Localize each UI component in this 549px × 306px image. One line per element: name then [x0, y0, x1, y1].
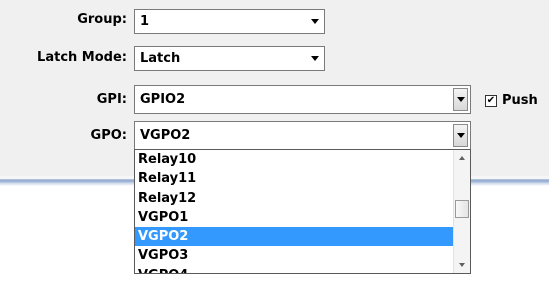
- chevron-down-icon[interactable]: [306, 10, 324, 33]
- list-item[interactable]: Relay12: [135, 189, 453, 208]
- group-select-value: 1: [140, 14, 150, 29]
- gpi-label: GPI:: [96, 92, 127, 107]
- list-item[interactable]: VGPO4: [135, 266, 453, 273]
- chevron-down-icon: [456, 133, 465, 138]
- chevron-down-icon: [456, 97, 465, 102]
- gpi-dropdown-button[interactable]: [453, 88, 468, 111]
- push-checkbox[interactable]: ✔: [485, 94, 497, 107]
- gpo-select[interactable]: VGPO2: [134, 121, 471, 150]
- gpi-select-value: GPIO2: [140, 92, 186, 107]
- checkmark-icon: ✔: [486, 94, 496, 106]
- gpo-dropdown-button[interactable]: [453, 124, 468, 147]
- group-label: Group:: [77, 12, 127, 27]
- dropdown-scrollbar[interactable]: [453, 150, 470, 273]
- scroll-down-icon[interactable]: [454, 257, 470, 273]
- dropdown-items: Relay10Relay11Relay12VGPO1VGPO2VGPO3VGPO…: [135, 150, 453, 273]
- group-select[interactable]: 1: [134, 9, 325, 34]
- gpi-select[interactable]: GPIO2: [134, 85, 471, 114]
- push-label: Push: [502, 93, 538, 108]
- list-item[interactable]: Relay11: [135, 169, 453, 188]
- latch-mode-select-value: Latch: [140, 51, 181, 66]
- list-item[interactable]: VGPO1: [135, 208, 453, 227]
- gpo-label: GPO:: [90, 128, 127, 143]
- list-item-selected[interactable]: VGPO2: [135, 227, 453, 247]
- latch-mode-label: Latch Mode:: [37, 50, 127, 65]
- list-item[interactable]: VGPO3: [135, 246, 453, 265]
- gpo-select-value: VGPO2: [140, 128, 191, 143]
- gpo-dropdown-list[interactable]: Relay10Relay11Relay12VGPO1VGPO2VGPO3VGPO…: [134, 149, 471, 274]
- scrollbar-thumb[interactable]: [455, 200, 469, 218]
- push-checkbox-group[interactable]: ✔ Push: [485, 93, 538, 108]
- chevron-down-icon[interactable]: [306, 47, 324, 70]
- scroll-up-icon[interactable]: [454, 150, 470, 166]
- latch-mode-select[interactable]: Latch: [134, 46, 325, 71]
- list-item[interactable]: Relay10: [135, 150, 453, 169]
